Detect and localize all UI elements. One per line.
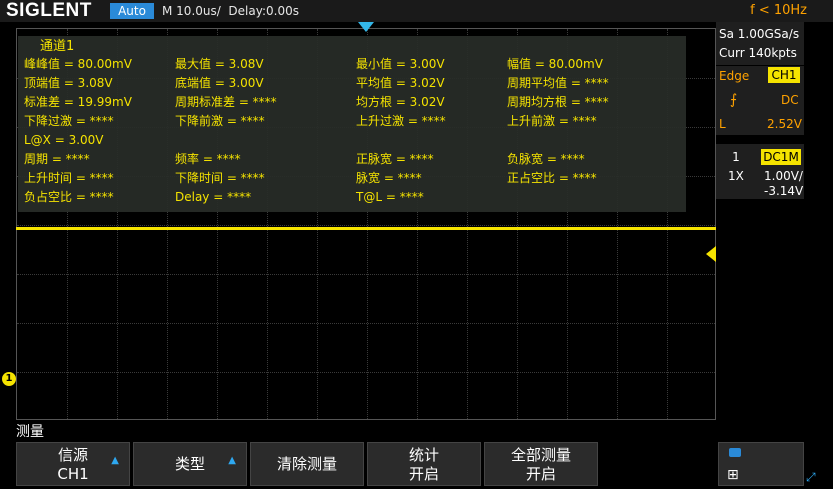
caret-up-icon: ▲ [111, 455, 119, 466]
trigger-frequency: f < 10Hz [750, 3, 807, 18]
measurement-value: 下降前激 = **** [175, 114, 265, 128]
measurement-value: 脉宽 = **** [356, 171, 422, 185]
volts-per-div: 1.00V/ [764, 169, 803, 183]
type-softkey[interactable]: 类型 ▲ [133, 442, 247, 486]
all-measurements-softkey[interactable]: 全部测量 开启 [484, 442, 598, 486]
grid-line [17, 372, 715, 373]
measurement-panel: 通道1 峰峰值 = 80.00mV 最大值 = 3.08V 最小值 = 3.00V 幅… [18, 36, 686, 212]
menu-title: 测量 [16, 424, 44, 440]
measurement-value: 最大值 = 3.08V [175, 57, 264, 71]
brand-logo: SIGLENT [6, 0, 92, 21]
grid-line [17, 225, 715, 226]
trigger-level-arrow[interactable] [706, 246, 716, 262]
measurement-value: 正脉宽 = **** [356, 152, 434, 166]
measurement-value: 周期标准差 = **** [175, 95, 277, 109]
ch1-waveform-trace [16, 227, 716, 230]
grid-line [17, 274, 715, 275]
measurement-value: 上升过激 = **** [356, 114, 446, 128]
measurement-value: L@X = 3.00V [24, 133, 104, 147]
channel-offset: -3.14V [764, 184, 804, 198]
clear-label: 清除测量 [276, 455, 337, 473]
measurement-value: 幅值 = 80.00mV [507, 57, 603, 71]
stats-value: 开启 [408, 465, 439, 483]
trigger-source-badge: CH1 [768, 67, 800, 83]
usb-icon [729, 448, 741, 457]
measurement-value: 下降时间 = **** [175, 171, 265, 185]
measurement-value: 最小值 = 3.00V [356, 57, 445, 71]
system-status-box[interactable]: ⊞ [718, 442, 804, 486]
measurement-value: 均方根 = 3.02V [356, 95, 445, 109]
trigger-level-label: L [719, 117, 726, 131]
source-value: CH1 [57, 465, 89, 483]
timebase-readout: M 10.0us/ Delay:0.00s [162, 4, 299, 18]
measurement-value: 周期均方根 = **** [507, 95, 609, 109]
clear-measurements-softkey[interactable]: 清除测量 [250, 442, 364, 486]
sample-rate: Sa 1.00GSa/s [719, 27, 800, 41]
measurement-value: 下降过激 = **** [24, 114, 114, 128]
measurement-value: 负脉宽 = **** [507, 152, 585, 166]
trigger-level-value: 2.52V [767, 117, 802, 131]
measurement-value: 峰峰值 = 80.00mV [24, 57, 132, 71]
channel-coupling-badge: DC1M [761, 149, 801, 165]
right-info-panel: Sa 1.00GSa/s Curr 140kpts Edge ⨍ DC L 2.… [716, 22, 833, 422]
trigger-position-marker[interactable] [358, 22, 374, 32]
caret-up-icon: ▲ [228, 455, 236, 466]
measurement-value: 频率 = **** [175, 152, 241, 166]
statistics-softkey[interactable]: 统计 开启 [367, 442, 481, 486]
softkey-menu: 信源 CH1 ▲ 类型 ▲ 清除测量 统计 开启 全部测量 开启 [16, 442, 716, 486]
measurement-value: 正占空比 = **** [507, 171, 597, 185]
memory-depth: Curr 140kpts [719, 46, 797, 60]
measurement-value: 平均值 = 3.02V [356, 76, 445, 90]
fullscreen-icon[interactable]: ⤢ [806, 470, 816, 485]
measurement-value: Delay = **** [175, 190, 252, 204]
all-value: 开启 [525, 465, 556, 483]
grid-line [17, 323, 715, 324]
measurement-value: 底端值 = 3.00V [175, 76, 264, 90]
trigger-type: Edge [719, 69, 750, 83]
top-status-bar: SIGLENT Auto M 10.0us/ Delay:0.00s f < 1… [0, 0, 833, 22]
measurement-channel-title: 通道1 [40, 39, 75, 54]
acquisition-box[interactable]: Sa 1.00GSa/s Curr 140kpts [716, 22, 804, 66]
rising-edge-icon: ⨍ [730, 92, 738, 108]
ch1-offset-marker[interactable]: 1 [2, 372, 16, 386]
measurement-value: 标准差 = 19.99mV [24, 95, 132, 109]
source-softkey[interactable]: 信源 CH1 ▲ [16, 442, 130, 486]
network-icon: ⊞ [727, 467, 739, 483]
trigger-coupling: DC [781, 93, 799, 107]
stats-label: 统计 [408, 446, 439, 464]
trigger-mode-badge[interactable]: Auto [110, 3, 154, 19]
measurement-value: 上升时间 = **** [24, 171, 114, 185]
probe-ratio: 1X [728, 169, 744, 183]
measurement-value: 上升前激 = **** [507, 114, 597, 128]
measurement-value: 周期 = **** [24, 152, 90, 166]
measurement-value: 负占空比 = **** [24, 190, 114, 204]
all-label: 全部测量 [510, 446, 571, 464]
channel-number: 1 [732, 150, 740, 164]
measurement-value: 顶端值 = 3.08V [24, 76, 113, 90]
measurement-value: 周期平均值 = **** [507, 76, 609, 90]
measurement-value: T@L = **** [356, 190, 424, 204]
